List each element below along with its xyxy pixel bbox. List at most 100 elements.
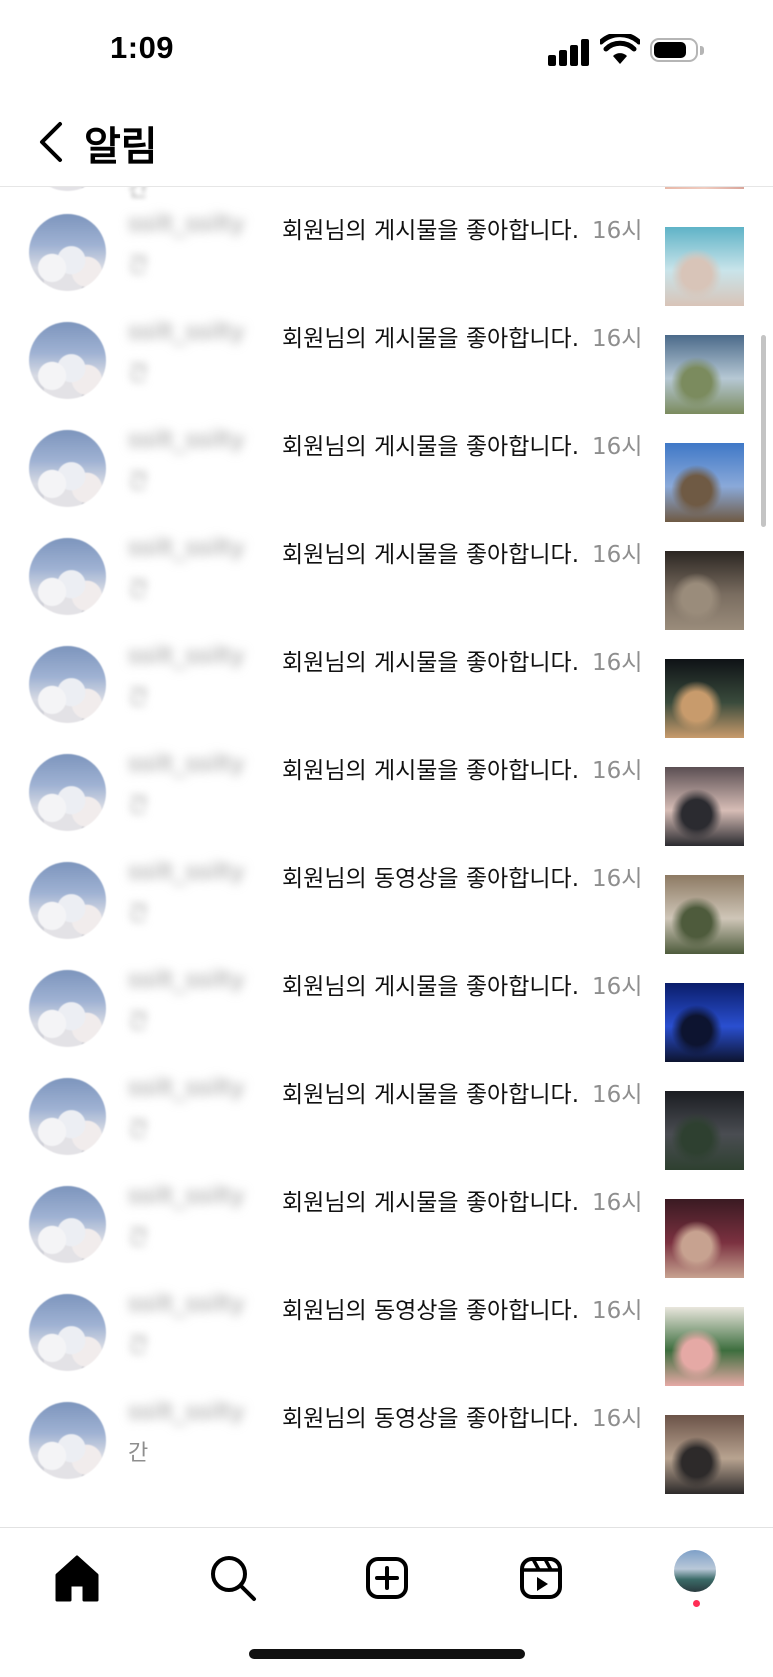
username[interactable]: ssilt_ssilty <box>128 751 274 787</box>
list-item[interactable]: ssilt_ssilty 간 회원님의 게시물을 좋아합니다. 16시 <box>0 631 773 739</box>
notification-message: 회원님의 게시물을 좋아합니다. <box>282 758 580 784</box>
post-thumbnail[interactable] <box>665 335 744 414</box>
post-thumbnail[interactable] <box>665 875 744 954</box>
chevron-left-icon <box>40 122 62 162</box>
notification-list[interactable]: 간 ssilt_ssilty 간 회원님의 게시물을 좋아합니다. 16시 ssilt_… <box>0 187 773 1527</box>
create-post-icon <box>366 1557 408 1599</box>
wifi-icon <box>600 34 640 64</box>
post-thumbnail[interactable] <box>665 443 744 522</box>
list-item[interactable]: ssilt_ssilty 간 회원님의 게시물을 좋아합니다. 16시 <box>0 1171 773 1279</box>
username[interactable]: ssilt_ssilty <box>128 643 274 679</box>
time-continuation: 간 <box>128 1441 149 1466</box>
tab-profile-avatar[interactable] <box>674 1550 716 1592</box>
reels-icon <box>520 1557 562 1599</box>
time-continuation: 간 <box>128 1009 149 1034</box>
home-indicator[interactable] <box>249 1649 525 1659</box>
list-item[interactable]: ssilt_ssilty 간 회원님의 게시물을 좋아합니다. 16시 <box>0 739 773 847</box>
notification-message: 회원님의 게시물을 좋아합니다. <box>282 650 580 676</box>
post-thumbnail[interactable] <box>665 659 744 738</box>
avatar[interactable] <box>29 1402 106 1479</box>
list-item[interactable]: ssilt_ssilty 간 회원님의 게시물을 좋아합니다. 16시 <box>0 307 773 415</box>
notification-dot <box>693 1600 700 1607</box>
notification-message: 회원님의 동영상을 좋아합니다. <box>282 1298 580 1324</box>
post-thumbnail[interactable] <box>665 1415 744 1494</box>
notification-message: 회원님의 동영상을 좋아합니다. <box>282 1406 580 1432</box>
time-continuation: 간 <box>128 187 149 202</box>
post-thumbnail[interactable] <box>665 187 744 189</box>
tab-create[interactable] <box>357 1548 417 1608</box>
timestamp: 16시 <box>592 1298 643 1324</box>
timestamp: 16시 <box>592 650 643 676</box>
list-item[interactable]: ssilt_ssilty 간 회원님의 게시물을 좋아합니다. 16시 <box>0 415 773 523</box>
cellular-signal-icon <box>548 38 590 66</box>
username[interactable]: ssilt_ssilty <box>128 1291 274 1327</box>
scrollbar[interactable] <box>761 335 766 527</box>
avatar[interactable] <box>29 1294 106 1371</box>
search-icon <box>211 1556 256 1601</box>
post-thumbnail[interactable] <box>665 983 744 1062</box>
time-continuation: 간 <box>128 253 149 278</box>
timestamp: 16시 <box>592 1406 643 1432</box>
avatar[interactable] <box>29 538 106 615</box>
avatar[interactable] <box>29 1078 106 1155</box>
notification-message: 회원님의 게시물을 좋아합니다. <box>282 542 580 568</box>
time-continuation: 간 <box>128 685 149 710</box>
avatar[interactable] <box>29 1186 106 1263</box>
time-continuation: 간 <box>128 469 149 494</box>
notification-message: 회원님의 게시물을 좋아합니다. <box>282 434 580 460</box>
username[interactable]: ssilt_ssilty <box>128 535 274 571</box>
avatar[interactable] <box>29 322 106 399</box>
avatar[interactable] <box>29 754 106 831</box>
tab-home[interactable] <box>47 1548 107 1608</box>
time-continuation: 간 <box>128 1333 149 1358</box>
list-item[interactable]: ssilt_ssilty 간 회원님의 동영상을 좋아합니다. 16시 <box>0 1279 773 1387</box>
post-thumbnail[interactable] <box>665 1091 744 1170</box>
time-continuation: 간 <box>128 1117 149 1142</box>
time-continuation: 간 <box>128 1225 149 1250</box>
timestamp: 16시 <box>592 434 643 460</box>
avatar[interactable] <box>29 430 106 507</box>
timestamp: 16시 <box>592 866 643 892</box>
list-item[interactable]: ssilt_ssilty 간 회원님의 게시물을 좋아합니다. 16시 <box>0 955 773 1063</box>
notification-message: 회원님의 동영상을 좋아합니다. <box>282 866 580 892</box>
tab-search[interactable] <box>203 1548 263 1608</box>
time-continuation: 간 <box>128 901 149 926</box>
timestamp: 16시 <box>592 218 643 244</box>
username[interactable]: ssilt_ssilty <box>128 859 274 895</box>
time-continuation: 간 <box>128 361 149 386</box>
list-item[interactable]: ssilt_ssilty 간 회원님의 게시물을 좋아합니다. 16시 <box>0 199 773 307</box>
tab-reels[interactable] <box>511 1548 571 1608</box>
username[interactable]: ssilt_ssilty <box>128 967 274 1003</box>
post-thumbnail[interactable] <box>665 767 744 846</box>
list-item[interactable]: ssilt_ssilty 간 회원님의 동영상을 좋아합니다. 16시 <box>0 1387 773 1495</box>
timestamp: 16시 <box>592 1190 643 1216</box>
username[interactable]: ssilt_ssilty <box>128 211 274 247</box>
avatar[interactable] <box>29 646 106 723</box>
back-button[interactable] <box>28 116 78 166</box>
notification-message: 회원님의 게시물을 좋아합니다. <box>282 326 580 352</box>
notification-message: 회원님의 게시물을 좋아합니다. <box>282 1190 580 1216</box>
avatar[interactable] <box>29 214 106 291</box>
username[interactable]: ssilt_ssilty <box>128 319 274 355</box>
timestamp: 16시 <box>592 974 643 1000</box>
list-item[interactable]: ssilt_ssilty 간 회원님의 게시물을 좋아합니다. 16시 <box>0 523 773 631</box>
post-thumbnail[interactable] <box>665 551 744 630</box>
avatar[interactable] <box>29 862 106 939</box>
timestamp: 16시 <box>592 758 643 784</box>
username[interactable]: ssilt_ssilty <box>128 1399 274 1435</box>
avatar[interactable] <box>29 970 106 1047</box>
post-thumbnail[interactable] <box>665 1199 744 1278</box>
post-thumbnail[interactable] <box>665 1307 744 1386</box>
list-item[interactable]: ssilt_ssilty 간 회원님의 동영상을 좋아합니다. 16시 <box>0 847 773 955</box>
notification-message: 회원님의 게시물을 좋아합니다. <box>282 974 580 1000</box>
username[interactable]: ssilt_ssilty <box>128 1075 274 1111</box>
post-thumbnail[interactable] <box>665 227 744 306</box>
home-icon <box>55 1555 99 1602</box>
avatar[interactable] <box>29 187 106 191</box>
list-item[interactable]: ssilt_ssilty 간 회원님의 게시물을 좋아합니다. 16시 <box>0 1063 773 1171</box>
timestamp: 16시 <box>592 1082 643 1108</box>
username[interactable]: ssilt_ssilty <box>128 427 274 463</box>
time-continuation: 간 <box>128 793 149 818</box>
username[interactable]: ssilt_ssilty <box>128 1183 274 1219</box>
timestamp: 16시 <box>592 326 643 352</box>
